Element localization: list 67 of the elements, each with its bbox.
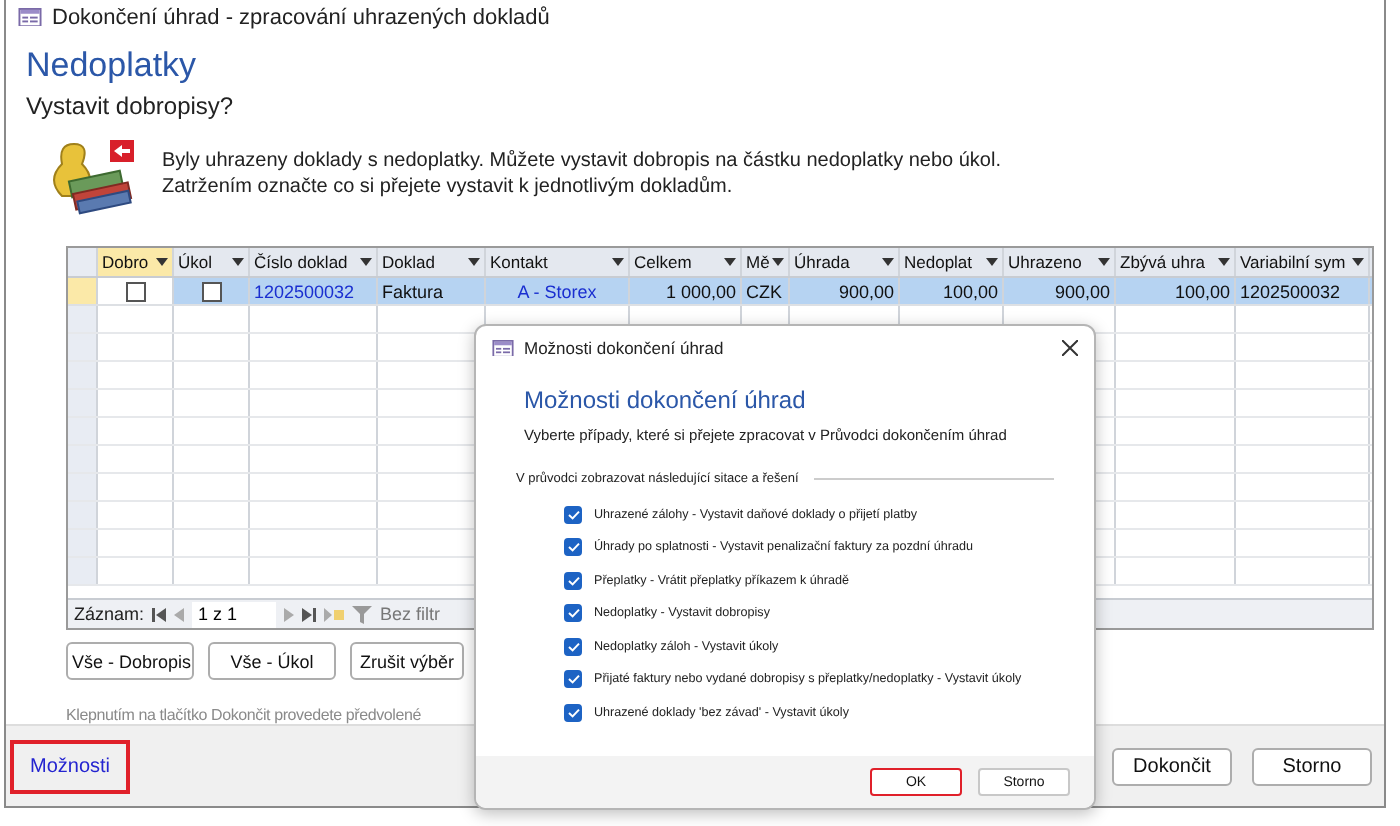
action-button[interactable]: Zrušit výběr bbox=[350, 642, 464, 681]
page-question: Vystavit dobropisy? bbox=[26, 92, 234, 121]
form-icon bbox=[18, 7, 42, 27]
column-header[interactable]: Nedoplat bbox=[900, 248, 1004, 277]
column-header[interactable]: Uhrazeno bbox=[1004, 248, 1116, 277]
dropdown-caret-icon[interactable] bbox=[1218, 258, 1230, 267]
action-button[interactable]: Vše - Úkol bbox=[208, 642, 336, 681]
checkbox[interactable] bbox=[564, 571, 582, 589]
checkbox[interactable] bbox=[564, 538, 582, 556]
dialog-title: Možnosti dokončení úhrad bbox=[524, 338, 726, 358]
filter-icon bbox=[352, 605, 373, 624]
window-title: Dokončení úhrad - zpracování uhrazených dokladů bbox=[52, 5, 550, 30]
column-header[interactable]: Mě bbox=[742, 248, 790, 277]
checkbox[interactable] bbox=[201, 281, 221, 302]
checkbox[interactable] bbox=[125, 281, 145, 302]
column-header[interactable]: Dobro bbox=[98, 248, 174, 277]
page-heading: Nedoplatky bbox=[26, 46, 197, 87]
column-header[interactable]: Úkol bbox=[174, 248, 250, 277]
table-cell: 100,00 bbox=[1116, 278, 1236, 305]
record-position-field[interactable]: 1 z 1 bbox=[192, 601, 277, 628]
dropdown-caret-icon[interactable] bbox=[360, 258, 372, 267]
first-record-icon[interactable] bbox=[152, 607, 167, 622]
options-link[interactable]: Možnosti bbox=[10, 739, 131, 794]
close-icon[interactable] bbox=[1062, 340, 1078, 356]
message-text: Byly uhrazeny doklady s nedoplatky. Můžete vystavit dobropis na částku nedoplatky nebo úkol. bbox=[162, 148, 1001, 175]
table-cell: 1202500032 bbox=[1236, 278, 1370, 305]
dialog-heading: Možnosti dokončení úhrad bbox=[524, 386, 806, 414]
table-cell: 900,00 bbox=[790, 278, 900, 305]
dropdown-caret-icon[interactable] bbox=[1352, 258, 1364, 267]
dropdown-caret-icon[interactable] bbox=[986, 258, 998, 267]
table-cell: CZK bbox=[742, 278, 790, 305]
filter-status[interactable]: Bez filtr bbox=[380, 604, 441, 625]
column-header[interactable]: Kontakt bbox=[486, 248, 630, 277]
column-header[interactable]: Doklad bbox=[378, 248, 486, 277]
link-cell[interactable]: A - Storex bbox=[486, 278, 630, 305]
column-header[interactable]: Úhrada bbox=[790, 248, 900, 277]
table-cell: 1 000,00 bbox=[630, 278, 742, 305]
table-cell: Faktura bbox=[378, 278, 486, 305]
column-header[interactable]: Číslo doklad bbox=[250, 248, 378, 277]
checkbox[interactable] bbox=[564, 604, 582, 622]
table-cell: 100,00 bbox=[900, 278, 1004, 305]
record-label: Záznam: bbox=[74, 604, 145, 625]
checkbox[interactable] bbox=[564, 703, 582, 721]
dropdown-caret-icon[interactable] bbox=[772, 258, 784, 267]
checkbox[interactable] bbox=[564, 670, 582, 688]
dropdown-caret-icon[interactable] bbox=[468, 258, 480, 267]
column-header[interactable]: Variabilní sym bbox=[1236, 248, 1370, 277]
column-header[interactable]: Celkem bbox=[630, 248, 742, 277]
last-record-icon[interactable] bbox=[302, 607, 317, 622]
dropdown-caret-icon[interactable] bbox=[156, 258, 168, 267]
action-button[interactable]: Vše - Dobropis bbox=[66, 642, 194, 681]
dropdown-caret-icon[interactable] bbox=[232, 258, 244, 267]
dropdown-caret-icon[interactable] bbox=[882, 258, 894, 267]
footer-button[interactable]: Dokončit bbox=[1112, 747, 1232, 786]
dropdown-caret-icon[interactable] bbox=[1098, 258, 1110, 267]
hint-text: Klepnutím na tlačítko Dokončit provedete předvolené bbox=[66, 706, 421, 725]
footer-button[interactable]: Storno bbox=[1252, 747, 1372, 786]
dropdown-caret-icon[interactable] bbox=[612, 258, 624, 267]
message-text: Zatržením označte co si přejete vystavit k jednotlivým dokladům. bbox=[162, 174, 733, 201]
checkbox[interactable] bbox=[564, 505, 582, 523]
column-header[interactable]: Zbývá uhra bbox=[1116, 248, 1236, 277]
table-cell: 900,00 bbox=[1004, 278, 1116, 305]
form-icon bbox=[492, 339, 514, 357]
record-row[interactable]: 1202500032 Faktura A - Storex 1 000,00 CZK 900,00 100,00 900,00 100,00 1202500032 bbox=[68, 278, 1372, 307]
link-cell[interactable]: 1202500032 bbox=[250, 278, 378, 305]
dropdown-caret-icon[interactable] bbox=[724, 258, 736, 267]
checkbox[interactable] bbox=[564, 637, 582, 655]
